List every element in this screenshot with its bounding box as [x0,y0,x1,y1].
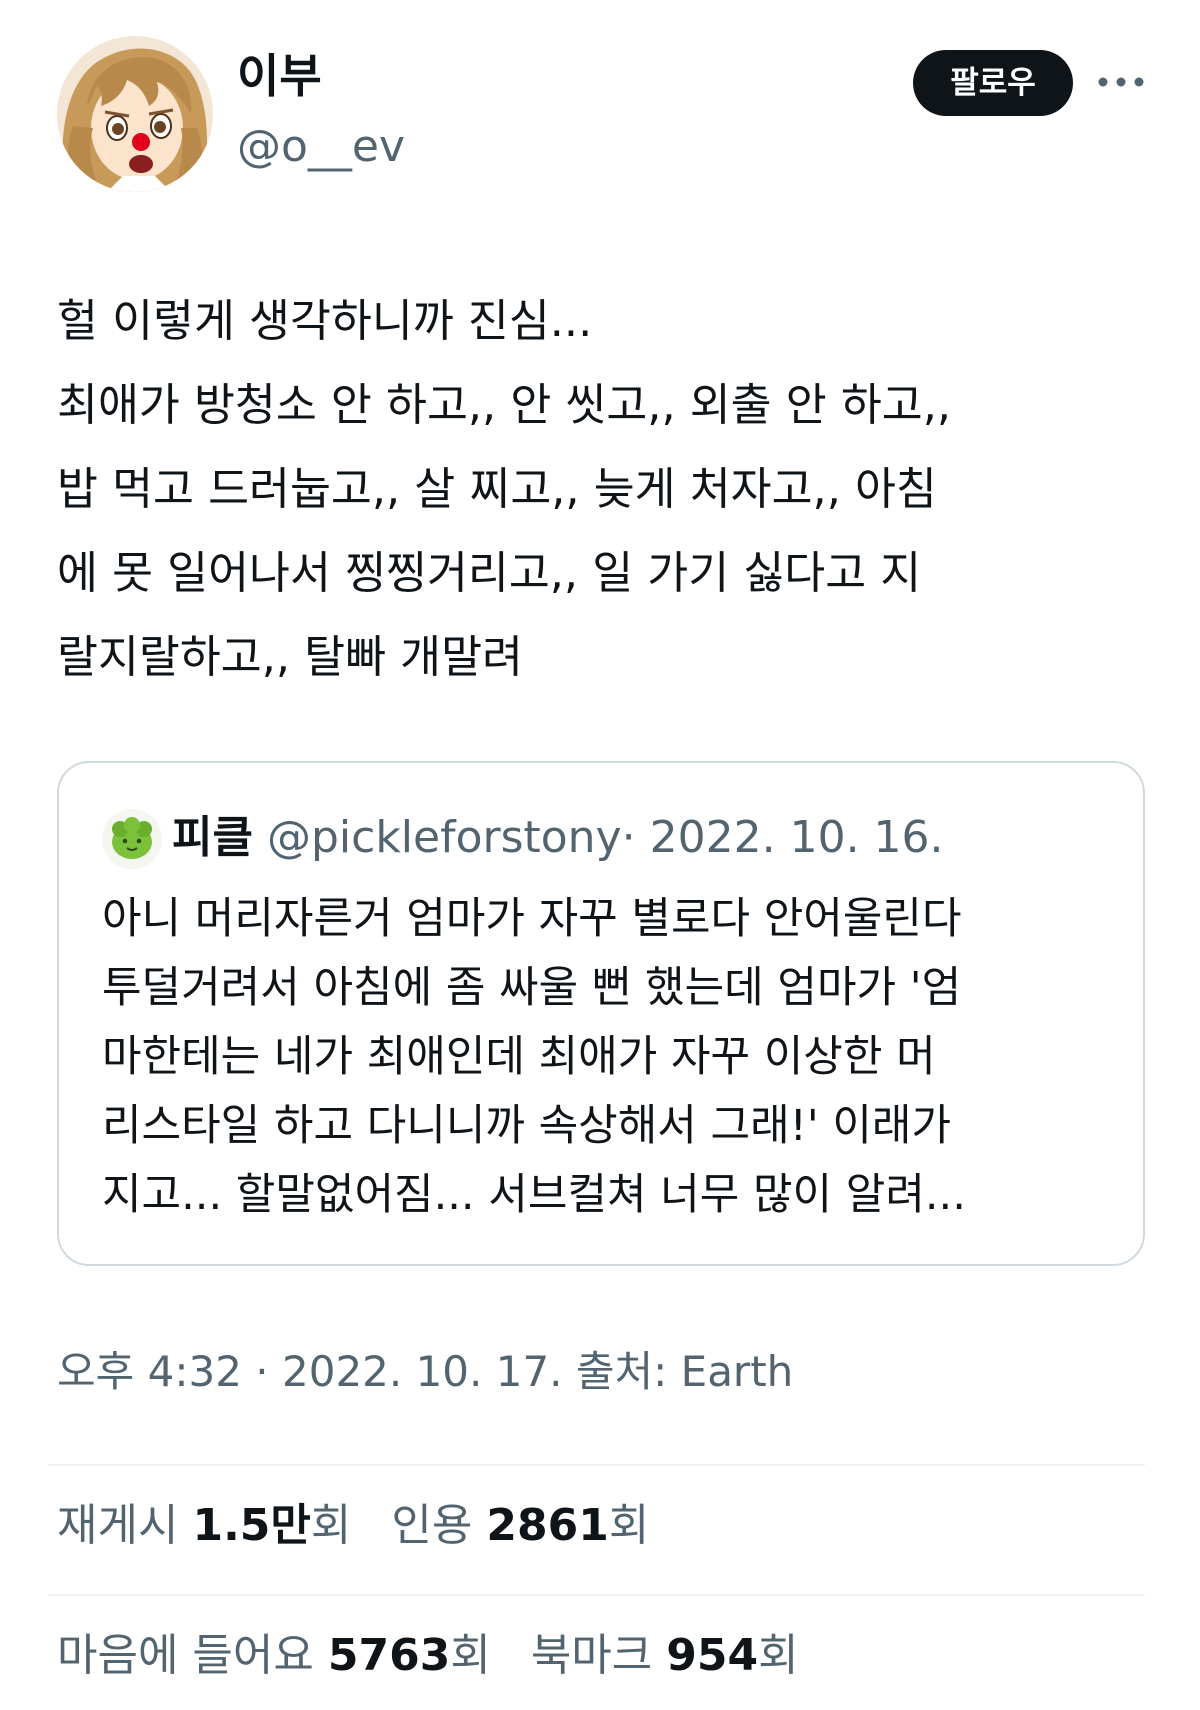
follow-button[interactable]: 팔로우 [913,50,1073,116]
quote-header: 피클 @pickleforstony· 2022. 10. 16. [172,807,944,869]
quote-text-line: 리스타일 하고 다니니까 속상해서 그래!' 이래가 [102,1101,952,1151]
quotes-stat[interactable]: 인용 2861회 [391,1500,649,1551]
divider [48,1594,1145,1596]
reposts-unit: 회 [310,1500,352,1551]
more-options-button[interactable] [1095,64,1147,100]
likes-label: 마음에 들어요 [57,1630,314,1681]
stats-row-likes-bookmarks: 마음에 들어요 5763회 북마크 954회 [57,1626,825,1686]
quote-text-line: 투덜거려서 아침에 좀 싸울 뻔 했는데 엄마가 '엄 [102,963,962,1013]
bookmarks-stat[interactable]: 북마크 954회 [531,1630,799,1681]
likes-count: 5763 [327,1630,451,1681]
author-handle[interactable]: @o__ev [237,118,405,176]
reposts-count: 1.5만 [192,1500,311,1551]
divider [48,1464,1145,1466]
tweet-detail: 이부 @o__ev 팔로우 헐 이렇게 생각하니까 진심... 최애가 방청소 … [0,0,1200,1710]
quote-author-handle[interactable]: @pickleforstony [267,812,622,863]
stats-row-reposts-quotes: 재게시 1.5만회 인용 2861회 [57,1496,675,1556]
quote-text-line: 지고... 할말없어짐... 서브컬쳐 너무 많이 알려... [102,1170,966,1220]
tweet-timestamp[interactable]: 오후 4:32 · 2022. 10. 17. 출처: Earth [57,1342,793,1402]
quote-author-name[interactable]: 피클 [172,812,253,863]
bookmarks-count: 954 [666,1630,759,1681]
quote-separator: · [621,812,636,863]
likes-stat[interactable]: 마음에 들어요 5763회 [57,1630,491,1681]
tweet-text-line: 헐 이렇게 생각하니까 진심... [57,296,593,347]
likes-unit: 회 [450,1630,491,1681]
more-horizontal-icon [1098,77,1144,87]
anime-girl-avatar-icon [57,36,213,192]
tweet-text-line: 에 못 일어나서 찡찡거리고,, 일 가기 싫다고 지 [57,548,922,599]
reposts-stat[interactable]: 재게시 1.5만회 [57,1500,351,1551]
quote-text-line: 마한테는 네가 최애인데 최애가 자꾸 이상한 머 [102,1032,936,1082]
author-avatar[interactable] [57,36,213,192]
bookmarks-label: 북마크 [530,1630,653,1681]
tweet-text-line: 밥 먹고 드러눕고,, 살 찌고,, 늦게 처자고,, 아침 [57,464,937,515]
tweet-text-line: 랄지랄하고,, 탈빠 개말려 [57,632,523,683]
reposts-label: 재게시 [57,1500,179,1551]
author-display-name[interactable]: 이부 [237,46,322,106]
tweet-text: 헐 이렇게 생각하니까 진심... 최애가 방청소 안 하고,, 안 씻고,, … [57,280,1157,700]
quote-text-line: 아니 머리자른거 엄마가 자꾸 별로다 안어울린다 [102,894,962,944]
bookmarks-unit: 회 [758,1630,799,1681]
quote-author-avatar[interactable] [102,809,162,869]
quote-date[interactable]: 2022. 10. 16. [650,812,944,863]
quote-text: 아니 머리자른거 엄마가 자꾸 별로다 안어울린다 투덜거려서 아침에 좀 싸울… [102,885,1122,1230]
quotes-unit: 회 [608,1500,650,1551]
green-pickle-avatar-icon [102,809,162,869]
quoted-tweet-card[interactable]: 피클 @pickleforstony· 2022. 10. 16. 아니 머리자… [57,761,1145,1266]
quotes-count: 2861 [486,1500,609,1551]
tweet-text-line: 최애가 방청소 안 하고,, 안 씻고,, 외출 안 하고,, [57,380,952,431]
quotes-label: 인용 [391,1500,473,1551]
